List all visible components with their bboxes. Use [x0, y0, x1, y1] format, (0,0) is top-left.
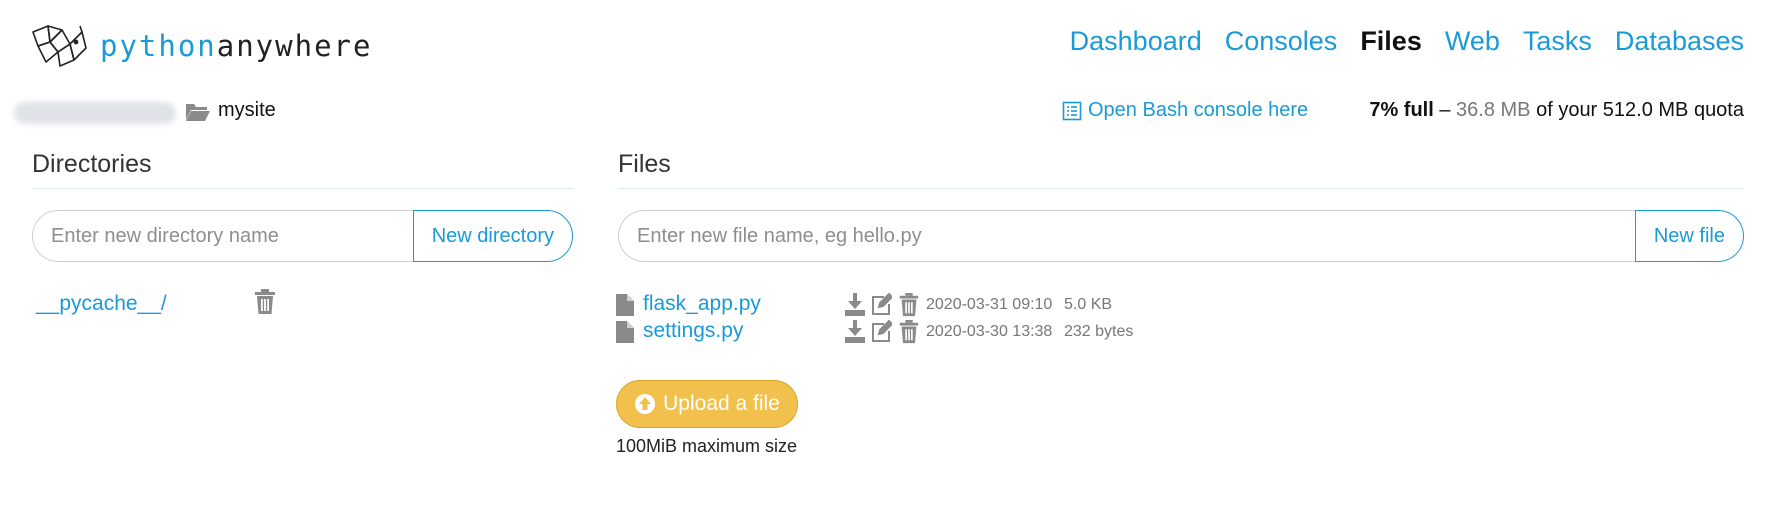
- download-icon[interactable]: [844, 293, 866, 317]
- nav-dashboard[interactable]: Dashboard: [1070, 26, 1202, 57]
- delete-directory-trash-icon[interactable]: [254, 289, 276, 315]
- current-directory[interactable]: mysite: [218, 99, 276, 122]
- file-modified-date: 2020-03-30 13:38: [926, 323, 1053, 340]
- quota-dash: –: [1439, 99, 1451, 121]
- nav-web[interactable]: Web: [1445, 26, 1500, 57]
- edit-icon[interactable]: [870, 293, 892, 317]
- nav-databases[interactable]: Databases: [1615, 26, 1744, 57]
- file-row: flask_app.py 2020-03-31 09:10 5.0 KB: [616, 292, 1316, 320]
- nav-files[interactable]: Files: [1360, 26, 1422, 57]
- directories-title: Directories: [32, 150, 152, 178]
- file-name-link[interactable]: settings.py: [643, 319, 743, 343]
- files-title: Files: [618, 150, 671, 178]
- nav-tasks[interactable]: Tasks: [1523, 26, 1592, 57]
- file-icon: [616, 294, 634, 316]
- delete-file-trash-icon[interactable]: [898, 320, 920, 344]
- new-file-button[interactable]: New file: [1634, 210, 1744, 262]
- upload-file-button[interactable]: Upload a file: [616, 380, 798, 428]
- nav-consoles[interactable]: Consoles: [1225, 26, 1338, 57]
- new-directory-input[interactable]: [32, 210, 413, 262]
- quota-used: 36.8 MB: [1456, 99, 1531, 121]
- upload-size-note: 100MiB maximum size: [616, 436, 798, 456]
- quota-info: 7% full – 36.8 MB of your 512.0 MB quota: [1369, 99, 1744, 122]
- new-directory-form: New directory: [32, 210, 573, 262]
- file-size: 5.0 KB: [1064, 296, 1113, 313]
- delete-file-trash-icon[interactable]: [898, 293, 920, 317]
- file-size: 232 bytes: [1064, 323, 1134, 340]
- username-breadcrumb-redacted[interactable]: [14, 102, 176, 124]
- new-file-input[interactable]: [618, 210, 1635, 262]
- folder-open-icon: [186, 104, 210, 121]
- edit-icon[interactable]: [870, 320, 892, 344]
- quota-total: of your 512.0 MB quota: [1536, 99, 1744, 121]
- new-file-form: New file: [618, 210, 1744, 262]
- upload-circle-arrow-icon: [635, 394, 656, 414]
- console-list-icon: [1062, 101, 1082, 120]
- directory-item-pycache[interactable]: __pycache__/: [36, 292, 167, 316]
- open-bash-console-label: Open Bash console here: [1088, 99, 1309, 121]
- header: pythonanywhere Dashboard Consoles Files …: [0, 0, 1768, 86]
- open-bash-console-link[interactable]: Open Bash console here: [1062, 99, 1308, 122]
- directories-divider: [32, 188, 573, 189]
- file-row: settings.py 2020-03-30 13:38 232 bytes: [616, 319, 1316, 347]
- logo-anywhere: anywhere: [216, 28, 373, 63]
- file-icon: [616, 321, 634, 343]
- logo[interactable]: pythonanywhere: [30, 22, 372, 70]
- main-nav: Dashboard Consoles Files Web Tasks Datab…: [1070, 26, 1744, 57]
- download-icon[interactable]: [844, 320, 866, 344]
- quota-percent: 7% full: [1369, 99, 1434, 121]
- new-directory-button[interactable]: New directory: [412, 210, 573, 262]
- pythonanywhere-logo-icon: [32, 25, 87, 67]
- file-name-link[interactable]: flask_app.py: [643, 292, 761, 316]
- file-modified-date: 2020-03-31 09:10: [926, 296, 1053, 313]
- upload-file-label: Upload a file: [663, 392, 780, 415]
- files-divider: [618, 188, 1744, 189]
- logo-text: pythonanywhere: [100, 28, 373, 63]
- path-row: mysite Open Bash console here 7% full – …: [0, 96, 1768, 128]
- logo-python: python: [100, 28, 217, 63]
